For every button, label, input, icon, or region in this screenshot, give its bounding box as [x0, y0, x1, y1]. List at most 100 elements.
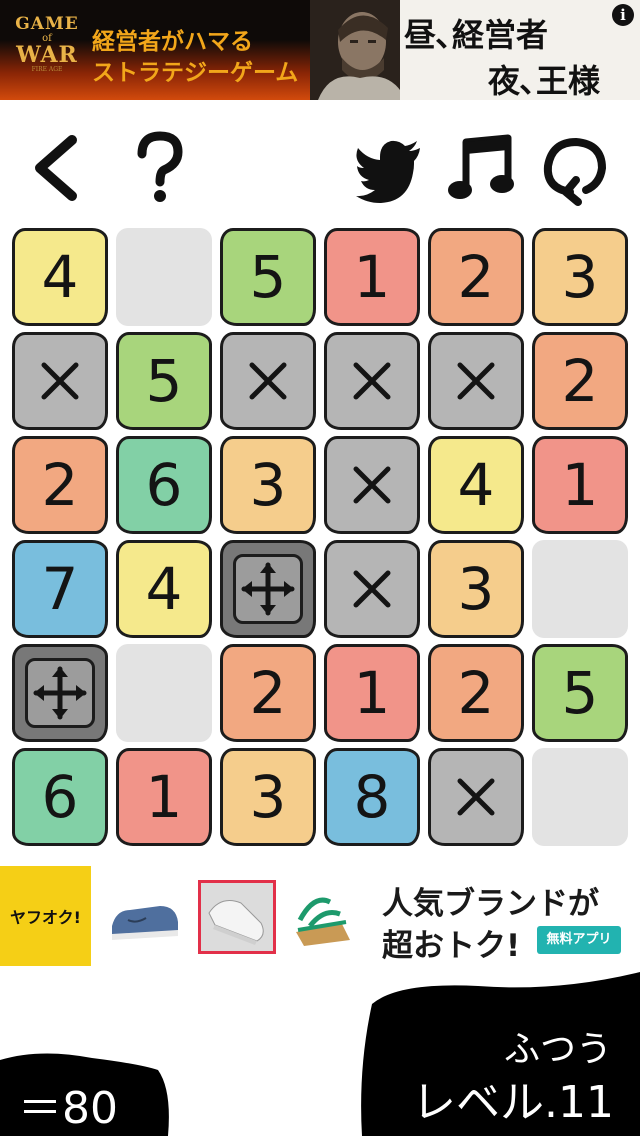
knight-portrait-image — [310, 0, 410, 100]
empty-cell[interactable] — [116, 644, 212, 742]
x-mark-icon — [249, 362, 287, 400]
denim-shoe-image — [112, 906, 178, 940]
tile-number: 6 — [145, 451, 183, 519]
number-tile[interactable]: 6 — [116, 436, 212, 534]
tile-number: 1 — [353, 243, 391, 311]
empty-cell[interactable] — [532, 748, 628, 846]
number-tile[interactable]: 5 — [532, 644, 628, 742]
number-tile[interactable]: 3 — [532, 228, 628, 326]
number-tile[interactable]: 2 — [428, 644, 524, 742]
refresh-icon — [543, 137, 607, 206]
game-board: 45123522634174321256138 — [12, 228, 628, 848]
x-mark-icon — [41, 362, 79, 400]
x-mark-icon — [353, 570, 391, 608]
tile-number: 1 — [561, 451, 599, 519]
number-tile[interactable]: 1 — [324, 228, 420, 326]
tile-number: 6 — [41, 763, 79, 831]
number-tile[interactable]: 7 — [12, 540, 108, 638]
blocked-tile[interactable] — [324, 332, 420, 430]
score-label: ＝80 — [18, 1083, 118, 1134]
tile-number: 4 — [457, 451, 495, 519]
logo-war-text: WAR — [16, 42, 78, 68]
number-tile[interactable]: 3 — [428, 540, 524, 638]
blocked-tile[interactable] — [220, 332, 316, 430]
move-tile[interactable] — [220, 540, 316, 638]
white-shoe-image — [208, 900, 264, 945]
move-tile-inner — [233, 554, 303, 624]
number-tile[interactable]: 3 — [220, 436, 316, 534]
tile-number: 2 — [249, 659, 287, 727]
number-tile[interactable]: 2 — [12, 436, 108, 534]
level-label: レベル.11 — [412, 1077, 614, 1128]
info-icon[interactable]: i — [612, 4, 634, 26]
tile-number: 3 — [457, 555, 495, 623]
twitter-button[interactable] — [354, 130, 424, 206]
question-mark-icon — [137, 131, 183, 202]
empty-cell[interactable] — [532, 540, 628, 638]
free-app-badge: 無料アプリ — [537, 926, 621, 954]
tile-number: 5 — [145, 347, 183, 415]
tile-number: 2 — [561, 347, 599, 415]
number-tile[interactable]: 8 — [324, 748, 420, 846]
music-button[interactable] — [448, 130, 518, 206]
tile-number: 8 — [353, 763, 391, 831]
number-tile[interactable]: 4 — [116, 540, 212, 638]
tile-number: 7 — [41, 555, 79, 623]
x-mark-icon — [457, 362, 495, 400]
yahoo-auction-brand-text: ヤフオク! — [10, 908, 81, 927]
number-tile[interactable]: 1 — [324, 644, 420, 742]
four-way-arrow-icon — [33, 666, 87, 720]
tile-number: 2 — [41, 451, 79, 519]
twitter-bird-icon — [356, 140, 420, 203]
white-shoe-image-selected — [198, 880, 276, 954]
blocked-tile[interactable] — [428, 332, 524, 430]
number-tile[interactable]: 1 — [116, 748, 212, 846]
number-tile[interactable]: 6 — [12, 748, 108, 846]
number-tile[interactable]: 4 — [428, 436, 524, 534]
help-button[interactable] — [124, 130, 194, 206]
number-tile[interactable]: 5 — [220, 228, 316, 326]
tile-number: 4 — [145, 555, 183, 623]
number-tile[interactable]: 2 — [532, 332, 628, 430]
tile-number: 4 — [41, 243, 79, 311]
number-tile[interactable]: 4 — [12, 228, 108, 326]
ad-copy-1: 昼､経営者 — [404, 16, 549, 54]
game-of-war-logo: GAME of WAR FIRE AGE — [8, 14, 86, 90]
empty-cell[interactable] — [116, 228, 212, 326]
tile-number: 3 — [561, 243, 599, 311]
ad-headline-1: 人気ブランドが — [382, 886, 599, 922]
tile-number: 5 — [561, 659, 599, 727]
tile-number: 2 — [457, 243, 495, 311]
difficulty-label: ふつう — [503, 1029, 612, 1070]
yahoo-auction-logo: ヤフオク! — [0, 866, 91, 966]
tile-number: 3 — [249, 763, 287, 831]
move-tile-inner — [25, 658, 95, 728]
bottom-ad-banner[interactable]: ヤフオク! 人気ブランドが 超おトク! 無料アプリ — [0, 866, 640, 966]
restart-button[interactable] — [540, 130, 610, 206]
top-ad-banner[interactable]: GAME of WAR FIRE AGE 経営者がハマる ストラテジーゲーム 昼… — [0, 0, 640, 100]
ad-copy-2: 夜､王様 — [488, 62, 601, 100]
blocked-tile[interactable] — [12, 332, 108, 430]
blocked-tile[interactable] — [428, 748, 524, 846]
sandal-image — [296, 897, 350, 946]
logo-game-text: GAME — [15, 14, 79, 34]
number-tile[interactable]: 3 — [220, 748, 316, 846]
tile-number: 1 — [145, 763, 183, 831]
ad-tagline-1: 経営者がハマる — [92, 29, 253, 55]
tile-number: 1 — [353, 659, 391, 727]
number-tile[interactable]: 2 — [220, 644, 316, 742]
x-mark-icon — [457, 778, 495, 816]
chevron-left-icon — [35, 135, 77, 201]
back-button[interactable] — [24, 130, 94, 206]
number-tile[interactable]: 1 — [532, 436, 628, 534]
ad-tagline-2: ストラテジーゲーム — [92, 60, 299, 86]
tile-number: 3 — [249, 451, 287, 519]
move-tile[interactable] — [12, 644, 108, 742]
number-tile[interactable]: 2 — [428, 228, 524, 326]
blocked-tile[interactable] — [324, 436, 420, 534]
blocked-tile[interactable] — [324, 540, 420, 638]
music-note-icon — [448, 134, 514, 199]
number-tile[interactable]: 5 — [116, 332, 212, 430]
x-mark-icon — [353, 362, 391, 400]
tile-number: 2 — [457, 659, 495, 727]
